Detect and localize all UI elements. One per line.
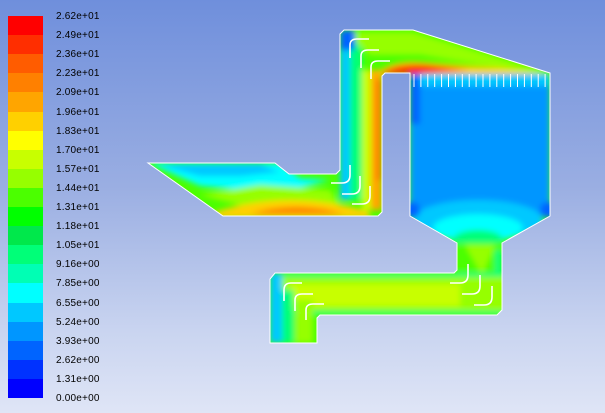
contour-fills [148, 30, 550, 343]
contour-plot [146, 29, 551, 344]
